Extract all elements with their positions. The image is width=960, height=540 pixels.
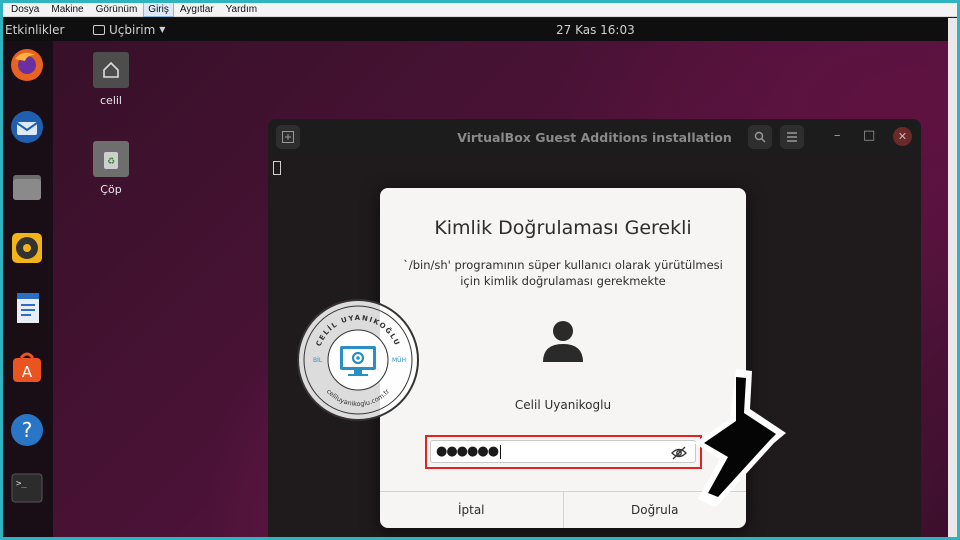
activities-button[interactable]: Etkinlikler bbox=[3, 23, 93, 37]
host-scroll-strip bbox=[948, 18, 957, 537]
eye-slash-icon[interactable] bbox=[671, 445, 687, 460]
files-icon[interactable] bbox=[7, 167, 47, 207]
terminal-icon[interactable]: >_ bbox=[7, 468, 47, 508]
trash-label: Çöp bbox=[100, 183, 122, 196]
text-caret bbox=[500, 444, 502, 459]
thunderbird-icon[interactable] bbox=[7, 107, 47, 147]
close-icon[interactable]: ✕ bbox=[893, 127, 912, 146]
help-icon[interactable]: ? bbox=[7, 410, 47, 450]
guest-screen: Etkinlikler Uçbirim ▼ 27 Kas 16:03 A ? >… bbox=[3, 18, 948, 537]
libreoffice-writer-icon[interactable] bbox=[7, 288, 47, 328]
hamburger-icon bbox=[787, 132, 797, 142]
firefox-icon[interactable] bbox=[7, 45, 47, 85]
host-menubar: Dosya Makine Görünüm Giriş Aygıtlar Yard… bbox=[3, 2, 957, 17]
password-mask: ●●●●●● bbox=[436, 444, 499, 459]
app-menu-label: Uçbirim bbox=[109, 22, 156, 37]
password-highlight-box: ●●●●●● bbox=[425, 435, 702, 469]
svg-text:?: ? bbox=[22, 418, 33, 442]
rhythmbox-icon[interactable] bbox=[7, 228, 47, 268]
chevron-down-icon: ▼ bbox=[159, 25, 166, 34]
pointer-arrow-icon bbox=[694, 369, 786, 507]
terminal-cursor bbox=[273, 161, 281, 175]
clock[interactable]: 27 Kas 16:03 bbox=[556, 23, 635, 37]
menu-dosya[interactable]: Dosya bbox=[5, 3, 45, 16]
trash-icon: ♻ bbox=[93, 141, 129, 177]
menu-gorunum[interactable]: Görünüm bbox=[90, 3, 144, 16]
hamburger-menu-button[interactable] bbox=[780, 125, 804, 149]
svg-text:♻: ♻ bbox=[107, 157, 115, 167]
minimize-icon[interactable]: – bbox=[834, 128, 841, 143]
dialog-message: `/bin/sh' programının süper kullanıcı ol… bbox=[403, 258, 723, 288]
home-folder-label: celil bbox=[100, 94, 122, 107]
cancel-button[interactable]: İptal bbox=[380, 492, 563, 528]
menu-makine[interactable]: Makine bbox=[45, 3, 89, 16]
dock: A ? >_ bbox=[3, 41, 53, 537]
dialog-title: Kimlik Doğrulaması Gerekli bbox=[434, 217, 692, 239]
menu-aygitlar[interactable]: Aygıtlar bbox=[174, 3, 220, 16]
home-folder-icon bbox=[93, 52, 129, 88]
terminal-title: VirtualBox Guest Additions installation bbox=[457, 129, 732, 145]
terminal-header: VirtualBox Guest Additions installation … bbox=[268, 119, 921, 155]
svg-text:A: A bbox=[22, 363, 33, 381]
seal-right-text: MÜH bbox=[392, 357, 406, 364]
desktop-home-folder[interactable]: celil bbox=[81, 52, 141, 107]
app-menu[interactable]: Uçbirim ▼ bbox=[93, 23, 165, 37]
search-button[interactable] bbox=[748, 125, 772, 149]
terminal-small-icon bbox=[93, 24, 105, 35]
menu-giris[interactable]: Giriş bbox=[143, 2, 174, 17]
svg-text:>_: >_ bbox=[16, 479, 27, 489]
app-center-icon[interactable]: A bbox=[7, 348, 47, 388]
password-input[interactable]: ●●●●●● bbox=[430, 440, 696, 463]
seal-left-text: BİL bbox=[313, 357, 323, 364]
desktop-trash[interactable]: ♻ Çöp bbox=[81, 141, 141, 196]
menu-yardim[interactable]: Yardım bbox=[220, 3, 264, 16]
gnome-topbar: Etkinlikler Uçbirim ▼ 27 Kas 16:03 bbox=[3, 18, 948, 41]
watermark-seal: CELİL UYANIKOĞLU celiluyanikoglu.com.tr … bbox=[297, 299, 419, 421]
search-icon bbox=[754, 131, 766, 143]
maximize-icon[interactable]: □ bbox=[863, 128, 875, 143]
user-avatar-icon bbox=[540, 318, 586, 368]
